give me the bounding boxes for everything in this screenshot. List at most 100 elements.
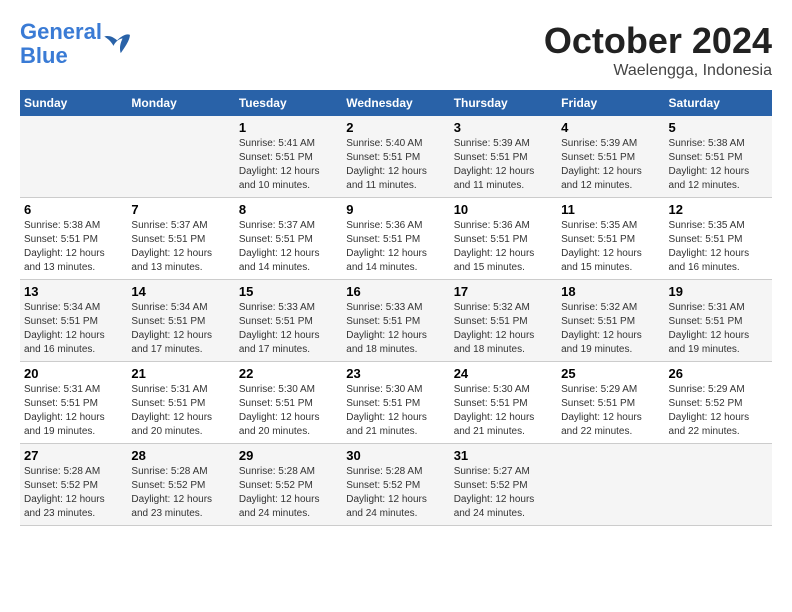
- page-subtitle: Waelengga, Indonesia: [544, 62, 772, 80]
- calendar-cell: 8Sunrise: 5:37 AM Sunset: 5:51 PM Daylig…: [235, 198, 342, 280]
- day-number: 12: [669, 202, 768, 217]
- day-info: Sunrise: 5:28 AM Sunset: 5:52 PM Dayligh…: [24, 466, 105, 519]
- weekday-header-friday: Friday: [557, 90, 664, 116]
- day-number: 8: [239, 202, 338, 217]
- calendar-cell: 17 Sunrise: 5:32 AM Sunset: 5:51 PM Dayli…: [450, 280, 557, 362]
- calendar-cell: 2Sunrise: 5:40 AM Sunset: 5:51 PM Daylig…: [342, 116, 449, 198]
- day-number: 25: [561, 366, 660, 381]
- day-number: 23: [346, 366, 445, 381]
- day-number: 20: [24, 366, 123, 381]
- day-number: 26: [669, 366, 768, 381]
- calendar-cell: 5Sunrise: 5:38 AM Sunset: 5:51 PM Daylig…: [665, 116, 772, 198]
- day-number: 6: [24, 202, 123, 217]
- day-info: Sunrise: 5:35 AM Sunset: 5:51 PM Dayligh…: [669, 220, 750, 273]
- day-info: Sunrise: 5:30 AM Sunset: 5:51 PM Dayligh…: [454, 384, 535, 437]
- day-info: Sunrise: 5:31 AM Sunset: 5:51 PM Dayligh…: [24, 384, 105, 437]
- calendar-cell: [557, 444, 664, 526]
- calendar-cell: 9Sunrise: 5:36 AM Sunset: 5:51 PM Daylig…: [342, 198, 449, 280]
- day-info: Sunrise: 5:39 AM Sunset: 5:51 PM Dayligh…: [454, 138, 535, 191]
- page-header: General Blue October 2024 Waelengga, Ind…: [20, 20, 772, 80]
- day-info: Sunrise: 5:33 AM Sunset: 5:51 PM Dayligh…: [239, 302, 320, 355]
- calendar-cell: 26 Sunrise: 5:29 AM Sunset: 5:52 PM Dayli…: [665, 362, 772, 444]
- day-info: Sunrise: 5:38 AM Sunset: 5:51 PM Dayligh…: [669, 138, 750, 191]
- day-info: Sunrise: 5:39 AM Sunset: 5:51 PM Dayligh…: [561, 138, 642, 191]
- calendar-cell: 22 Sunrise: 5:30 AM Sunset: 5:51 PM Dayli…: [235, 362, 342, 444]
- day-number: 30: [346, 448, 445, 463]
- day-info: Sunrise: 5:33 AM Sunset: 5:51 PM Dayligh…: [346, 302, 427, 355]
- weekday-header-row: SundayMondayTuesdayWednesdayThursdayFrid…: [20, 90, 772, 116]
- day-number: 22: [239, 366, 338, 381]
- calendar-cell: 31Sunrise: 5:27 AM Sunset: 5:52 PM Dayli…: [450, 444, 557, 526]
- day-number: 31: [454, 448, 553, 463]
- day-info: Sunrise: 5:28 AM Sunset: 5:52 PM Dayligh…: [131, 466, 212, 519]
- calendar-cell: [127, 116, 234, 198]
- calendar-cell: 12 Sunrise: 5:35 AM Sunset: 5:51 PM Dayli…: [665, 198, 772, 280]
- day-number: 9: [346, 202, 445, 217]
- week-row-3: 13 Sunrise: 5:34 AM Sunset: 5:51 PM Dayli…: [20, 280, 772, 362]
- day-number: 16: [346, 284, 445, 299]
- weekday-header-tuesday: Tuesday: [235, 90, 342, 116]
- day-info: Sunrise: 5:34 AM Sunset: 5:51 PM Dayligh…: [131, 302, 212, 355]
- day-number: 14: [131, 284, 230, 299]
- day-info: Sunrise: 5:31 AM Sunset: 5:51 PM Dayligh…: [131, 384, 212, 437]
- calendar-cell: 14 Sunrise: 5:34 AM Sunset: 5:51 PM Dayli…: [127, 280, 234, 362]
- logo-text: General Blue: [20, 20, 102, 68]
- day-info: Sunrise: 5:30 AM Sunset: 5:51 PM Dayligh…: [239, 384, 320, 437]
- day-number: 13: [24, 284, 123, 299]
- calendar-cell: 11 Sunrise: 5:35 AM Sunset: 5:51 PM Dayli…: [557, 198, 664, 280]
- weekday-header-monday: Monday: [127, 90, 234, 116]
- day-number: 10: [454, 202, 553, 217]
- day-info: Sunrise: 5:32 AM Sunset: 5:51 PM Dayligh…: [561, 302, 642, 355]
- day-number: 28: [131, 448, 230, 463]
- weekday-header-saturday: Saturday: [665, 90, 772, 116]
- calendar-cell: 10 Sunrise: 5:36 AM Sunset: 5:51 PM Dayli…: [450, 198, 557, 280]
- week-row-4: 20 Sunrise: 5:31 AM Sunset: 5:51 PM Dayli…: [20, 362, 772, 444]
- weekday-header-sunday: Sunday: [20, 90, 127, 116]
- week-row-5: 27 Sunrise: 5:28 AM Sunset: 5:52 PM Dayli…: [20, 444, 772, 526]
- day-info: Sunrise: 5:29 AM Sunset: 5:52 PM Dayligh…: [669, 384, 750, 437]
- week-row-2: 6Sunrise: 5:38 AM Sunset: 5:51 PM Daylig…: [20, 198, 772, 280]
- day-info: Sunrise: 5:29 AM Sunset: 5:51 PM Dayligh…: [561, 384, 642, 437]
- calendar-cell: 15 Sunrise: 5:33 AM Sunset: 5:51 PM Dayli…: [235, 280, 342, 362]
- calendar-cell: 24 Sunrise: 5:30 AM Sunset: 5:51 PM Dayli…: [450, 362, 557, 444]
- day-number: 24: [454, 366, 553, 381]
- calendar-cell: 18Sunrise: 5:32 AM Sunset: 5:51 PM Dayli…: [557, 280, 664, 362]
- calendar-cell: 7Sunrise: 5:37 AM Sunset: 5:51 PM Daylig…: [127, 198, 234, 280]
- day-info: Sunrise: 5:41 AM Sunset: 5:51 PM Dayligh…: [239, 138, 320, 191]
- calendar-table: SundayMondayTuesdayWednesdayThursdayFrid…: [20, 90, 772, 526]
- calendar-cell: 13 Sunrise: 5:34 AM Sunset: 5:51 PM Dayli…: [20, 280, 127, 362]
- day-info: Sunrise: 5:35 AM Sunset: 5:51 PM Dayligh…: [561, 220, 642, 273]
- calendar-cell: 23 Sunrise: 5:30 AM Sunset: 5:51 PM Dayli…: [342, 362, 449, 444]
- day-number: 11: [561, 202, 660, 217]
- calendar-cell: [20, 116, 127, 198]
- day-number: 17: [454, 284, 553, 299]
- day-info: Sunrise: 5:36 AM Sunset: 5:51 PM Dayligh…: [454, 220, 535, 273]
- day-number: 15: [239, 284, 338, 299]
- calendar-cell: 28 Sunrise: 5:28 AM Sunset: 5:52 PM Dayli…: [127, 444, 234, 526]
- day-info: Sunrise: 5:31 AM Sunset: 5:51 PM Dayligh…: [669, 302, 750, 355]
- day-number: 21: [131, 366, 230, 381]
- day-info: Sunrise: 5:30 AM Sunset: 5:51 PM Dayligh…: [346, 384, 427, 437]
- logo-bird-icon: [104, 33, 132, 55]
- calendar-cell: 20 Sunrise: 5:31 AM Sunset: 5:51 PM Dayli…: [20, 362, 127, 444]
- calendar-cell: 30 Sunrise: 5:28 AM Sunset: 5:52 PM Dayli…: [342, 444, 449, 526]
- calendar-cell: 1Sunrise: 5:41 AM Sunset: 5:51 PM Daylig…: [235, 116, 342, 198]
- logo: General Blue: [20, 20, 132, 68]
- calendar-cell: 6Sunrise: 5:38 AM Sunset: 5:51 PM Daylig…: [20, 198, 127, 280]
- day-number: 29: [239, 448, 338, 463]
- calendar-cell: 21 Sunrise: 5:31 AM Sunset: 5:51 PM Dayli…: [127, 362, 234, 444]
- title-block: October 2024 Waelengga, Indonesia: [544, 20, 772, 80]
- day-number: 19: [669, 284, 768, 299]
- day-info: Sunrise: 5:40 AM Sunset: 5:51 PM Dayligh…: [346, 138, 427, 191]
- calendar-cell: 19 Sunrise: 5:31 AM Sunset: 5:51 PM Dayli…: [665, 280, 772, 362]
- day-info: Sunrise: 5:28 AM Sunset: 5:52 PM Dayligh…: [346, 466, 427, 519]
- day-number: 3: [454, 120, 553, 135]
- day-info: Sunrise: 5:34 AM Sunset: 5:51 PM Dayligh…: [24, 302, 105, 355]
- day-info: Sunrise: 5:32 AM Sunset: 5:51 PM Dayligh…: [454, 302, 535, 355]
- calendar-cell: 3 Sunrise: 5:39 AM Sunset: 5:51 PM Daylig…: [450, 116, 557, 198]
- weekday-header-wednesday: Wednesday: [342, 90, 449, 116]
- calendar-cell: 4Sunrise: 5:39 AM Sunset: 5:51 PM Daylig…: [557, 116, 664, 198]
- calendar-cell: 29Sunrise: 5:28 AM Sunset: 5:52 PM Dayli…: [235, 444, 342, 526]
- day-number: 27: [24, 448, 123, 463]
- calendar-cell: 27 Sunrise: 5:28 AM Sunset: 5:52 PM Dayli…: [20, 444, 127, 526]
